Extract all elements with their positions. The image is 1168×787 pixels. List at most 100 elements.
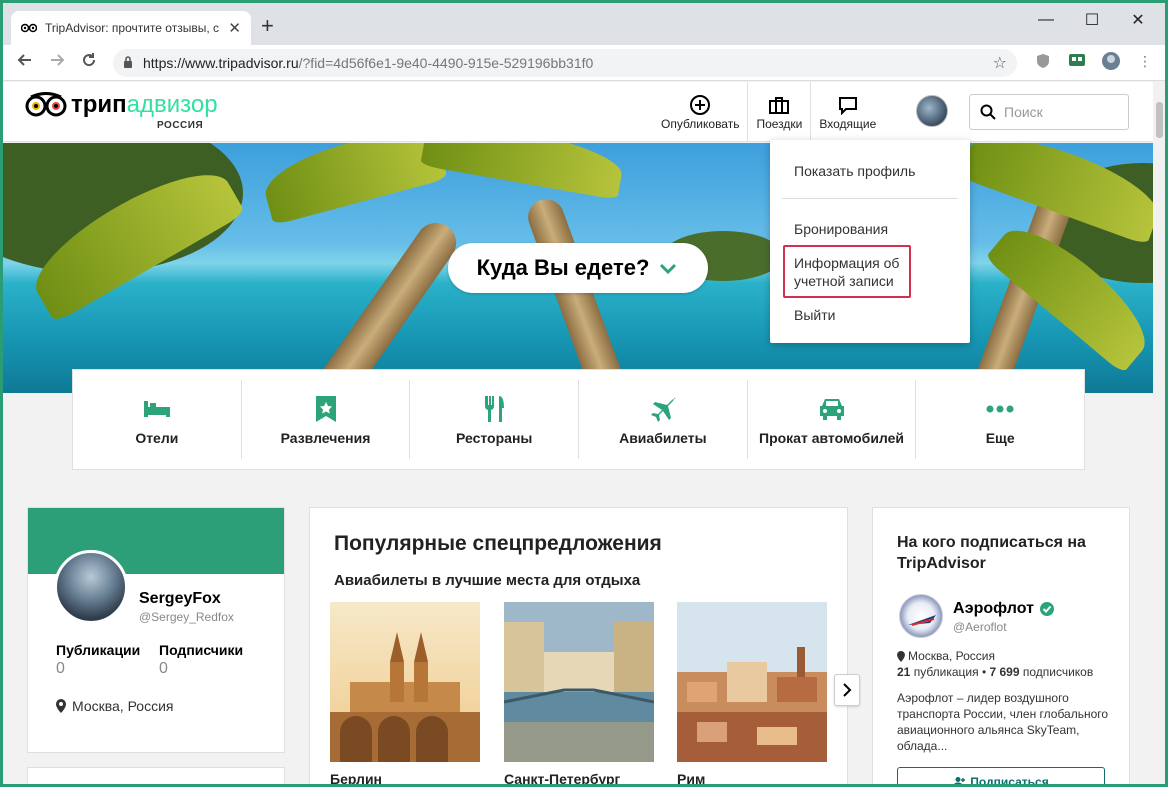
category-more[interactable]: Еще [916, 380, 1084, 459]
nav-trips-label: Поездки [756, 117, 803, 131]
category-more-label: Еще [985, 429, 1015, 446]
destination-image-berlin[interactable] [330, 602, 480, 762]
menu-item-account-info-line1: Информация об [794, 255, 900, 271]
menu-item-logout[interactable]: Выйти [794, 306, 835, 324]
scrollbar-thumb[interactable] [1156, 102, 1163, 138]
follow-button-label: Подписаться [970, 775, 1049, 787]
nav-trips[interactable]: Поездки [748, 82, 812, 142]
followers-count: 0 [159, 660, 168, 677]
logo-wordmark: трипадвизор [71, 92, 218, 118]
profile-location-text: Москва, Россия [72, 698, 174, 714]
hero-banner: Куда Вы едете? [3, 143, 1153, 393]
reload-button[interactable] [73, 52, 105, 73]
profile-avatar[interactable] [54, 550, 128, 624]
verified-badge-icon [1039, 602, 1054, 616]
publications-count: 0 [56, 660, 65, 677]
followers-label[interactable]: Подписчики [159, 642, 243, 658]
carousel-next-button[interactable] [834, 674, 860, 706]
destination-image-spb[interactable] [504, 602, 654, 762]
follow-name[interactable]: Аэрофлот [953, 600, 1055, 618]
category-car-rental[interactable]: Прокат автомобилей [748, 380, 917, 459]
window-frame: TripAdvisor: прочтите отзывы, с ✕ + — ☐ … [0, 0, 1168, 787]
category-restaurants[interactable]: Рестораны [410, 380, 580, 459]
nav-inbox-label: Входящие [819, 117, 877, 131]
bookmark-star-icon[interactable]: ☆ [993, 53, 1007, 73]
chat-icon [837, 93, 859, 117]
specials-subtitle: Авиабилеты в лучшие места для отдыха [334, 572, 641, 589]
follow-location-text: Москва, Россия [908, 649, 995, 663]
owl-logo-icon [25, 92, 67, 118]
destination-label-spb[interactable]: Санкт-Петербург [504, 771, 620, 784]
category-restaurants-label: Рестораны [456, 429, 533, 446]
maximize-button[interactable]: ☐ [1069, 5, 1115, 35]
palm-trunk-1 [282, 215, 464, 393]
profile-avatar-icon[interactable] [1101, 51, 1121, 71]
chevron-down-icon [657, 257, 679, 279]
category-hotels[interactable]: Отели [73, 380, 242, 459]
follow-handle: @Aeroflot [953, 620, 1007, 634]
browser-toolbar: https://www.tripadvisor.ru/?fid=4d56f6e1… [3, 45, 1165, 81]
reload-icon [83, 53, 96, 67]
palm-trunk-2 [523, 194, 639, 393]
menu-item-view-profile[interactable]: Показать профиль [794, 162, 915, 180]
follow-followers-label: подписчиков [1019, 665, 1094, 679]
profile-location: Москва, Россия [56, 698, 174, 714]
new-tab-button[interactable]: + [261, 15, 274, 37]
fork-knife-icon [481, 394, 507, 424]
publications-label[interactable]: Публикации [56, 642, 140, 658]
address-bar[interactable]: https://www.tripadvisor.ru/?fid=4d56f6e1… [113, 49, 1017, 77]
ticket-icon [314, 394, 338, 424]
destination-label-berlin[interactable]: Берлин [330, 771, 382, 784]
menu-item-account-info[interactable]: Информация об учетной записи [794, 254, 899, 290]
destination-label-rome[interactable]: Рим [677, 771, 705, 784]
site-header: трипадвизор РОССИЯ Опубликовать Поездки [3, 82, 1153, 142]
tab-bar: TripAdvisor: прочтите отзывы, с ✕ + — ☐ … [3, 3, 1165, 45]
where-to-go-button[interactable]: Куда Вы едете? [448, 243, 708, 293]
secondary-card [27, 767, 285, 784]
palm-frond [420, 143, 626, 200]
shield-extension-icon[interactable] [1033, 51, 1053, 71]
search-input[interactable]: Поиск [969, 94, 1129, 130]
logo-wordmark-dark: трип [71, 91, 127, 118]
menu-item-bookings[interactable]: Бронирования [794, 220, 888, 238]
category-attractions[interactable]: Развлечения [242, 380, 411, 459]
extensions-area: ⋮ [1033, 51, 1155, 71]
browser-tab[interactable]: TripAdvisor: прочтите отзывы, с ✕ [11, 11, 251, 45]
category-hotels-label: Отели [135, 429, 179, 446]
add-user-icon [954, 777, 966, 784]
close-window-button[interactable]: ✕ [1115, 5, 1161, 35]
menu-kebab-icon[interactable]: ⋮ [1135, 51, 1155, 71]
nav-publish[interactable]: Опубликовать [653, 82, 749, 142]
profile-name[interactable]: SergeyFox [139, 590, 221, 608]
follow-button[interactable]: Подписаться [897, 767, 1105, 787]
minimize-button[interactable]: — [1023, 5, 1069, 35]
search-placeholder: Поиск [1004, 104, 1043, 120]
plane-icon [648, 394, 678, 424]
user-avatar-button[interactable] [916, 95, 948, 127]
follow-pubs-count: 21 [897, 665, 911, 679]
menu-divider [782, 198, 958, 199]
category-bar: Отели Развлечения Рестораны Авиабилеты П… [72, 369, 1085, 470]
logo-country: РОССИЯ [157, 120, 204, 131]
tab-close-icon[interactable]: ✕ [228, 19, 241, 37]
specials-card: Популярные спецпредложения Авиабилеты в … [309, 507, 860, 784]
back-button[interactable] [9, 52, 41, 73]
page-scrollbar[interactable] [1153, 82, 1165, 784]
tripadvisor-logo[interactable]: трипадвизор РОССИЯ [25, 92, 218, 131]
logo-wordmark-green: адвизор [126, 91, 218, 118]
screen-extension-icon[interactable] [1067, 51, 1087, 71]
forward-button[interactable] [41, 52, 73, 73]
url-host: https://www.tripadvisor.ru [143, 55, 299, 71]
follow-title: На кого подписаться на TripAdvisor [897, 534, 1086, 572]
nav-inbox[interactable]: Входящие [811, 82, 884, 142]
aeroflot-logo[interactable] [899, 594, 943, 638]
follow-followers-count: 7 699 [989, 665, 1020, 679]
category-flights[interactable]: Авиабилеты [579, 380, 748, 459]
destination-image-rome[interactable] [677, 602, 827, 762]
chevron-right-icon [843, 683, 852, 697]
follow-description: Аэрофлот – лидер воздушного транспорта Р… [897, 691, 1109, 753]
nav-publish-label: Опубликовать [661, 117, 740, 131]
plus-circle-icon [689, 93, 711, 117]
arrow-right-icon [51, 54, 65, 66]
tripadvisor-favicon-icon [21, 20, 37, 36]
